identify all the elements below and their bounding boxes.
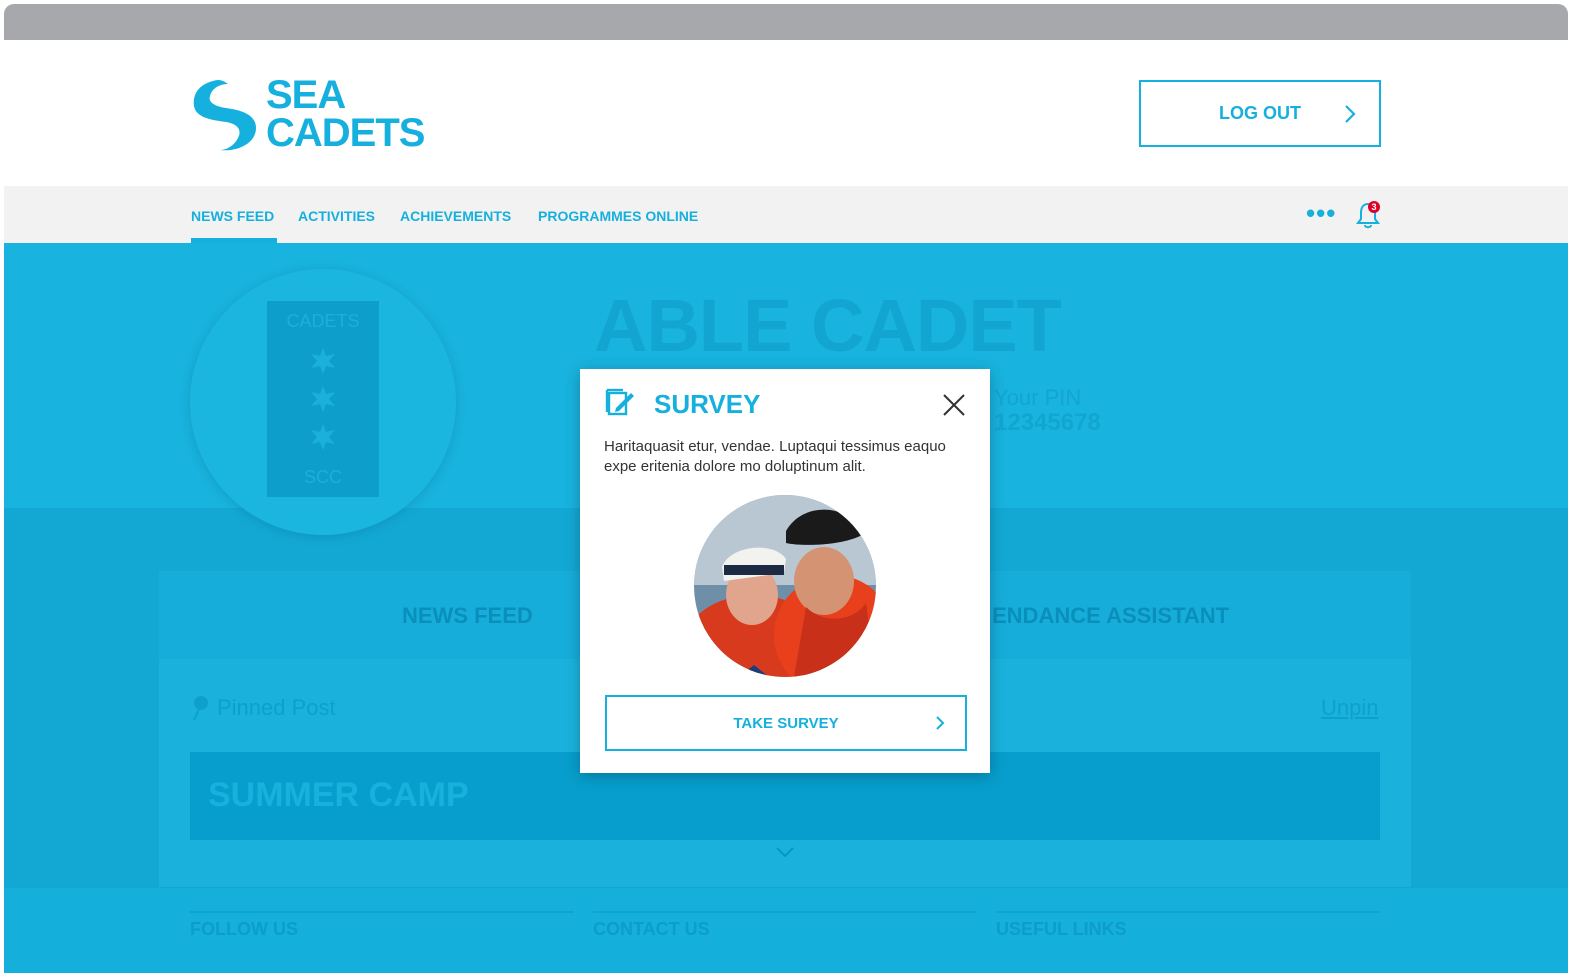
logout-button[interactable]: LOG OUT xyxy=(1139,80,1381,147)
survey-edit-icon xyxy=(605,388,634,416)
unpin-link[interactable]: Unpin xyxy=(1321,695,1378,721)
modal-title: SURVEY xyxy=(654,389,761,419)
take-survey-button-label: TAKE SURVEY xyxy=(733,714,839,732)
nav-item-news-feed[interactable]: NEWS FEED xyxy=(191,208,274,224)
logo-line-1: SEA xyxy=(266,73,346,117)
survey-modal: SURVEY Haritaquasit etur, vendae. Luptaq… xyxy=(580,369,990,773)
main-nav: NEWS FEED ACTIVITIES ACHIEVEMENTS PROGRA… xyxy=(4,186,1568,243)
rank-slide-top-text: CADETS xyxy=(286,311,360,331)
sea-cadets-logo-mark-icon xyxy=(193,80,256,151)
star-icon xyxy=(311,424,335,450)
tab-news-feed[interactable]: NEWS FEED xyxy=(402,603,533,629)
nav-item-activities[interactable]: ACTIVITIES xyxy=(298,208,375,224)
chevron-right-icon xyxy=(1345,105,1356,123)
footer-contact-us-heading: CONTACT US xyxy=(593,919,710,939)
footer-follow-us: FOLLOW US xyxy=(190,911,574,940)
notification-badge: 3 xyxy=(1368,201,1380,213)
pin-label: Your PIN xyxy=(994,385,1082,410)
chevron-right-icon xyxy=(936,716,945,730)
footer-useful-links-heading: USEFUL LINKS xyxy=(996,919,1127,939)
rank-name: ABLE CADET xyxy=(594,284,1062,367)
cadets-photo-illustration xyxy=(694,495,876,677)
ellipsis-icon[interactable]: ••• xyxy=(1306,200,1340,226)
site-footer: FOLLOW US CONTACT US USEFUL LINKS xyxy=(4,888,1568,973)
footer-contact-us: CONTACT US xyxy=(593,911,977,940)
rank-slide-bottom-text: SCC xyxy=(303,467,342,487)
sea-cadets-logo[interactable]: SEA CADETS xyxy=(190,73,450,156)
close-icon[interactable] xyxy=(942,393,966,417)
footer-useful-links: USEFUL LINKS xyxy=(996,911,1380,940)
pinned-post-label: Pinned Post xyxy=(217,695,336,720)
logout-button-label: LOG OUT xyxy=(1219,103,1301,123)
take-survey-button[interactable]: TAKE SURVEY xyxy=(605,695,967,751)
logo-wordmark: SEA CADETS xyxy=(266,73,425,155)
browser-window: SEA CADETS LOG OUT NEWS FEED ACTIVITIES … xyxy=(4,4,1568,973)
pin-value: 12345678 xyxy=(994,409,1101,436)
footer-follow-us-heading: FOLLOW US xyxy=(190,919,298,939)
nav-item-programmes-online[interactable]: PROGRAMMES ONLINE xyxy=(538,208,698,224)
star-icon xyxy=(311,348,335,374)
window-titlebar xyxy=(4,4,1568,40)
logo-line-2: CADETS xyxy=(266,111,425,155)
site-header: SEA CADETS LOG OUT xyxy=(4,40,1568,186)
chevron-down-icon[interactable] xyxy=(775,846,795,858)
rank-slide: CADETS SCC xyxy=(267,301,379,497)
modal-body-text: Haritaquasit etur, vendae. Luptaqui tess… xyxy=(604,438,946,475)
post-title: SUMMER CAMP xyxy=(208,776,469,814)
star-icon xyxy=(311,386,335,412)
tab-attendance-assistant[interactable]: ENDANCE ASSISTANT xyxy=(992,603,1229,629)
survey-photo xyxy=(694,495,876,677)
pin-icon xyxy=(193,696,208,721)
nav-item-achievements[interactable]: ACHIEVEMENTS xyxy=(400,208,511,224)
